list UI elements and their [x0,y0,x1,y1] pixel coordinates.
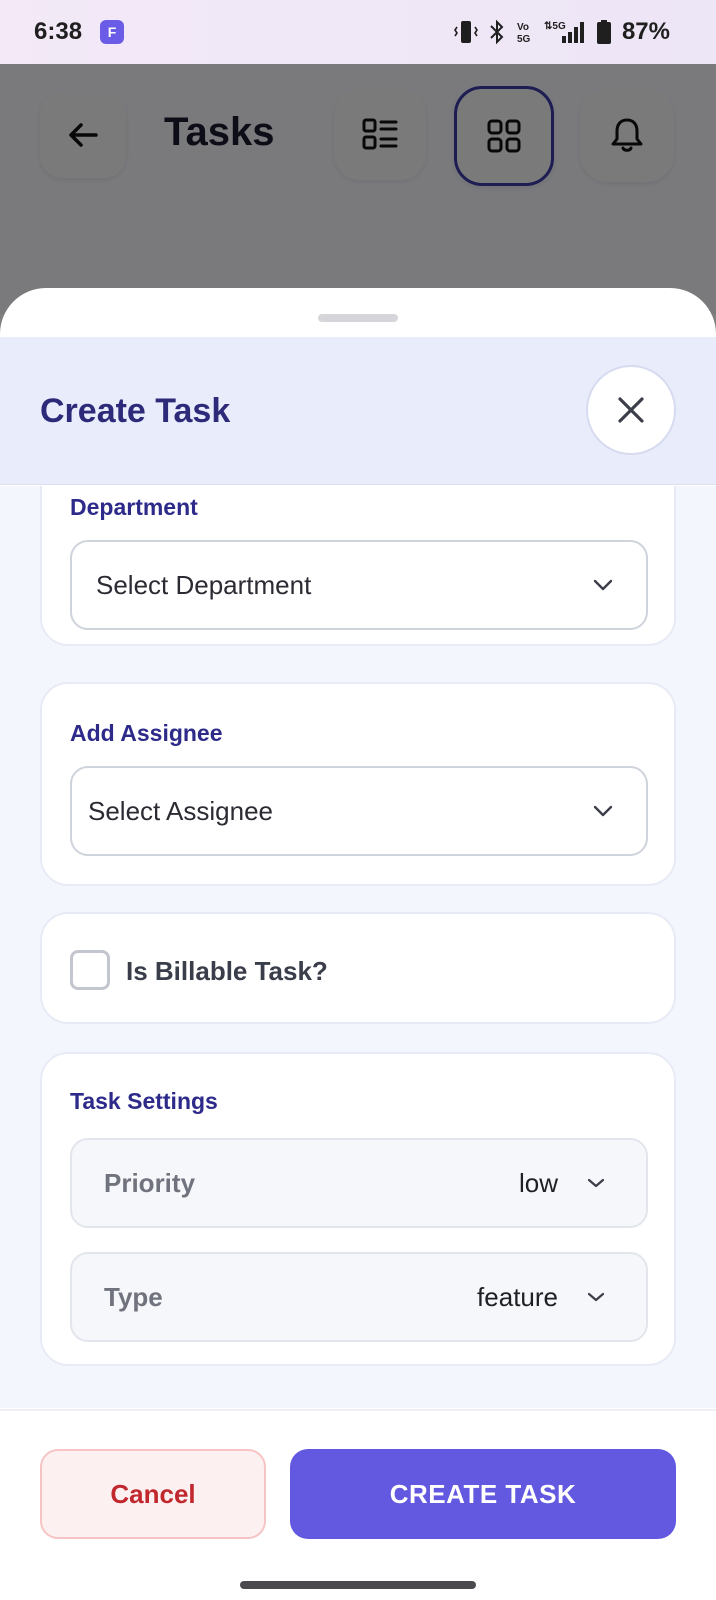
priority-label: Priority [104,1167,196,1198]
chevron-down-icon [593,805,613,817]
type-select[interactable]: Type feature [70,1252,648,1342]
close-button[interactable] [586,365,676,455]
department-label: Department [70,494,198,520]
department-select-value: Select Department [96,569,312,600]
close-icon [618,397,644,423]
signal-5g-icon: ⇅5G [544,21,584,43]
type-label: Type [104,1281,163,1312]
volte-icon: Vo 5G [517,22,531,45]
assignee-card: Add Assignee Select Assignee [40,682,676,886]
type-value: feature [477,1281,558,1312]
department-card: Department Select Department [40,486,676,646]
billable-checkbox[interactable] [70,950,110,990]
sheet-body: Department Select Department Add Assigne… [0,486,716,1408]
app-notification-icon: F [100,20,125,44]
chevron-down-icon [587,1292,605,1302]
create-task-sheet: Create Task Department Select Department… [0,288,716,1600]
department-select[interactable]: Select Department [70,540,648,630]
status-time: 6:38 [34,18,83,45]
chevron-down-icon [593,579,613,591]
sheet-drag-handle[interactable] [318,314,398,322]
create-task-button[interactable]: CREATE TASK [290,1449,676,1539]
sheet-header: Create Task [0,337,716,485]
home-indicator[interactable] [240,1581,476,1589]
svg-text:⇅5G: ⇅5G [544,21,566,32]
billable-label[interactable]: Is Billable Task? [126,956,328,987]
assignee-label: Add Assignee [70,720,223,746]
svg-text:5G: 5G [517,34,531,45]
task-settings-card: Task Settings Priority low Type feature [40,1052,676,1366]
assignee-select[interactable]: Select Assignee [70,766,648,856]
assignee-select-value: Select Assignee [88,795,274,826]
cancel-button[interactable]: Cancel [40,1449,266,1539]
status-bar: 6:38 F Vo 5G ⇅5G 87% [0,0,716,64]
task-settings-label: Task Settings [70,1088,218,1114]
vibrate-icon [453,21,478,43]
bluetooth-icon [490,19,504,45]
sheet-title: Create Task [40,392,231,430]
priority-select[interactable]: Priority low [70,1138,648,1228]
billable-card: Is Billable Task? [40,912,676,1024]
battery-percentage: 87% [621,18,670,45]
battery-icon [596,20,611,44]
chevron-down-icon [587,1178,605,1188]
svg-text:Vo: Vo [517,22,529,33]
sheet-footer: Cancel CREATE TASK [0,1409,716,1600]
priority-value: low [518,1167,558,1198]
